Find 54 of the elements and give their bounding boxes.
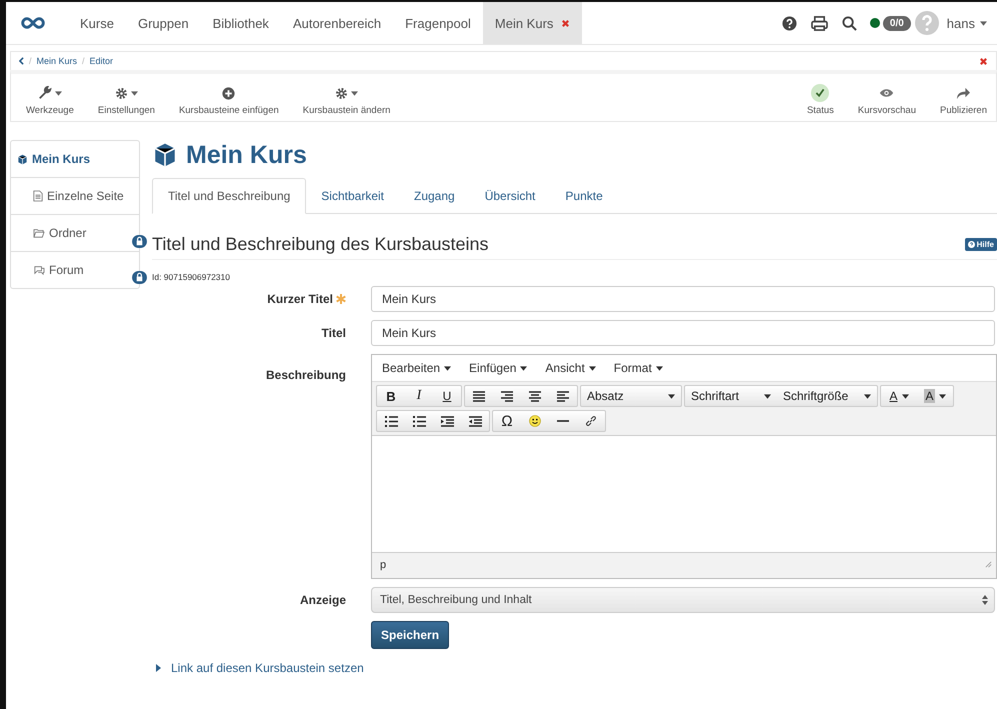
input-field[interactable]: Mein Kurs <box>371 286 995 312</box>
format-button[interactable]: U <box>433 386 461 406</box>
breadcrumb-separator: / <box>29 56 32 66</box>
paragraph-dropdown[interactable]: Absatz <box>581 386 681 406</box>
toolbar-button[interactable]: Status <box>804 84 837 116</box>
nav-tab[interactable]: Gruppen <box>126 2 201 44</box>
tab[interactable]: Punkte <box>550 178 618 214</box>
help-button[interactable]: Hilfe <box>964 238 997 251</box>
breadcrumb-separator: / <box>82 56 85 66</box>
field-label: Kurzer Titel <box>152 292 371 306</box>
nav-tab[interactable]: Fragenpool <box>393 2 483 44</box>
expand-link[interactable]: Link auf diesen Kursbaustein setzen <box>156 661 364 675</box>
editor-menu[interactable]: Bearbeiten <box>382 361 452 375</box>
user-menu[interactable]: hans <box>946 16 987 30</box>
toolbar-button[interactable]: Kursvorschau <box>854 84 919 116</box>
font-dropdown[interactable]: Schriftart <box>685 386 777 406</box>
toolbar-button[interactable]: Kursbaustein ändern <box>300 84 394 116</box>
tree-item[interactable]: Mein Kurs <box>11 141 139 178</box>
format-button[interactable]: I <box>405 386 433 406</box>
font-size-dropdown[interactable]: Schriftgröße <box>777 386 877 406</box>
editor-menu[interactable]: Einfügen <box>469 361 528 375</box>
nav-tab[interactable]: Mein Kurs <box>482 2 582 44</box>
field-label: Titel <box>320 326 347 340</box>
field-label: Anzeige <box>298 593 347 607</box>
tab[interactable]: Zugang <box>399 178 470 214</box>
input-field[interactable]: Mein Kurs <box>371 320 995 346</box>
section-heading: Titel und Beschreibung des Kursbausteins <box>152 234 489 255</box>
nav-tab[interactable]: Bibliothek <box>200 2 281 44</box>
tab[interactable]: Sichtbarkeit <box>306 178 399 214</box>
text-color-button[interactable]: A <box>881 386 917 406</box>
tab[interactable]: Übersicht <box>470 178 550 214</box>
breadcrumb-link[interactable]: Mein Kurs <box>36 56 78 66</box>
toolbar-button[interactable]: Publizieren <box>937 84 990 116</box>
field-label: Beschreibung <box>264 367 347 382</box>
display-select[interactable]: Titel, Beschreibung und Inhalt <box>371 587 995 613</box>
special-character-button[interactable]: Ω <box>493 411 521 431</box>
background-color-button[interactable]: A <box>917 386 953 406</box>
save-button[interactable]: Speichern <box>371 621 450 649</box>
nav-tab[interactable]: Autorenbereich <box>280 2 394 44</box>
toolbar-button[interactable]: Kursbausteine einfügen <box>176 84 282 116</box>
notification-count[interactable]: 0/0 <box>882 16 911 30</box>
element-path: p <box>380 558 386 570</box>
toolbar-button[interactable]: Werkzeuge <box>23 84 77 116</box>
tree-item[interactable]: Forum <box>11 252 139 288</box>
toolbar-button[interactable]: Einstellungen <box>94 84 158 116</box>
tab[interactable]: Titel und Beschreibung <box>152 178 306 214</box>
node-id: Id: 90715906972310 <box>152 272 231 282</box>
editor-menu[interactable]: Ansicht <box>545 361 596 375</box>
format-button[interactable]: B <box>377 386 405 406</box>
editor-menu[interactable]: Format <box>614 361 663 375</box>
nav-tab[interactable]: Kurse <box>68 2 126 44</box>
course-title-text: Mein Kurs <box>186 140 307 170</box>
breadcrumb-link[interactable]: Editor <box>90 56 114 66</box>
tree-item[interactable]: Einzelne Seite <box>11 178 139 215</box>
